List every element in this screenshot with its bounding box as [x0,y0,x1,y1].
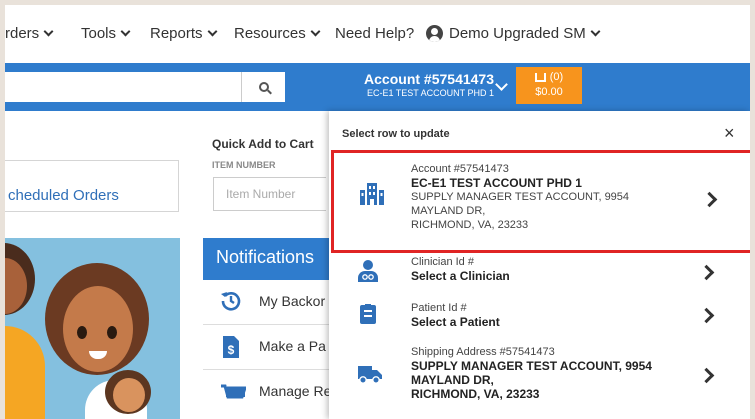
row-shipping[interactable]: Shipping Address #57541473 SUPPLY MANAGE… [329,344,750,410]
row-clinician[interactable]: Clinician Id # Select a Clinician [329,255,750,293]
account-row-address-1: SUPPLY MANAGER TEST ACCOUNT, 9954 [411,191,630,203]
account-number: Account #57541473 [364,71,494,87]
chevron-down-icon [310,26,321,37]
history-icon [221,292,241,311]
scheduled-orders-link[interactable]: cheduled Orders [8,187,119,204]
chevron-right-icon [698,264,715,281]
cart-total: $0.00 [535,86,563,98]
item-number-label: ITEM NUMBER [212,160,276,170]
row-account[interactable]: Account #57541473 EC-E1 TEST ACCOUNT PHD… [331,150,755,253]
nav-orders[interactable]: rders [5,25,54,42]
notifications-header: Notifications [203,238,329,280]
chevron-right-icon [698,307,715,324]
account-row-address-2: MAYLAND DR, [411,205,486,217]
shipping-row-address-2: MAYLAND DR, [411,373,494,387]
chevron-down-icon [207,26,217,37]
shipping-row-address-1: SUPPLY MANAGER TEST ACCOUNT, 9954 [411,359,652,373]
patient-badge-icon [360,304,376,324]
close-icon[interactable]: × [724,123,735,144]
nav-tools[interactable]: Tools [81,25,131,42]
account-name: EC-E1 TEST ACCOUNT PHD 1 [366,88,494,98]
patient-row-label: Patient Id # [411,302,467,314]
chevron-down-icon[interactable] [495,78,508,91]
nav-resources-label: Resources [234,25,306,42]
panel-title: Select row to update [342,128,450,140]
chevron-down-icon [43,26,54,37]
building-icon [360,183,384,205]
notification-label: Make a Pa [259,338,326,354]
account-selector[interactable]: Account #57541473 EC-E1 TEST ACCOUNT PHD… [360,72,494,98]
truck-icon [358,366,382,384]
notification-backorders[interactable]: My Backor [203,280,329,325]
search-input[interactable] [5,72,241,102]
clinician-row-label: Clinician Id # [411,256,474,268]
nav-reports[interactable]: Reports [150,25,217,42]
user-circle-icon [426,25,443,42]
cart-button[interactable]: (0) $0.00 [516,67,582,104]
scheduled-orders-card [5,160,179,212]
clinician-row-value: Select a Clinician [411,269,510,283]
quick-add-title: Quick Add to Cart [212,137,314,151]
family-illustration [5,238,180,419]
chevron-right-icon [701,191,718,208]
top-nav: rders Tools Reports Resources Need Help?… [5,5,750,63]
account-row-label: Account #57541473 [411,163,509,175]
cart-icon [534,73,546,82]
manage-icon [221,384,246,399]
notification-label: Manage Re [259,383,329,399]
notification-payment[interactable]: $ Make a Pa [203,325,329,370]
nav-need-help[interactable]: Need Help? [335,25,414,42]
row-patient[interactable]: Patient Id # Select a Patient [329,299,750,337]
search-icon [258,82,269,92]
nav-resources[interactable]: Resources [234,25,321,42]
cart-count: (0) [549,71,564,83]
account-row-name: EC-E1 TEST ACCOUNT PHD 1 [411,176,582,190]
shipping-row-label: Shipping Address #57541473 [411,346,555,358]
notification-manage[interactable]: Manage Re [203,370,329,415]
nav-orders-label: rders [5,25,40,42]
search-button[interactable] [241,72,285,102]
nav-tools-label: Tools [81,25,117,42]
patient-row-value: Select a Patient [411,315,500,329]
account-row-address-3: RICHMOND, VA, 23233 [411,219,529,231]
shipping-row-address-3: RICHMOND, VA, 23233 [411,387,540,401]
select-row-panel: Select row to update × Account #57541473… [329,111,755,419]
payment-icon: $ [223,336,239,358]
chevron-right-icon [698,367,715,384]
item-number-input[interactable] [213,177,326,211]
notification-label: My Backor [259,293,326,309]
nav-reports-label: Reports [150,25,203,42]
chevron-down-icon [590,26,601,37]
svg-text:$: $ [228,343,235,357]
header-bar: Account #57541473 EC-E1 TEST ACCOUNT PHD… [5,63,750,111]
user-name: Demo Upgraded SM [449,25,586,42]
nav-user-menu[interactable]: Demo Upgraded SM [426,25,601,42]
chevron-down-icon [120,26,131,37]
nav-need-help-label: Need Help? [335,25,415,42]
clinician-icon [358,260,378,282]
